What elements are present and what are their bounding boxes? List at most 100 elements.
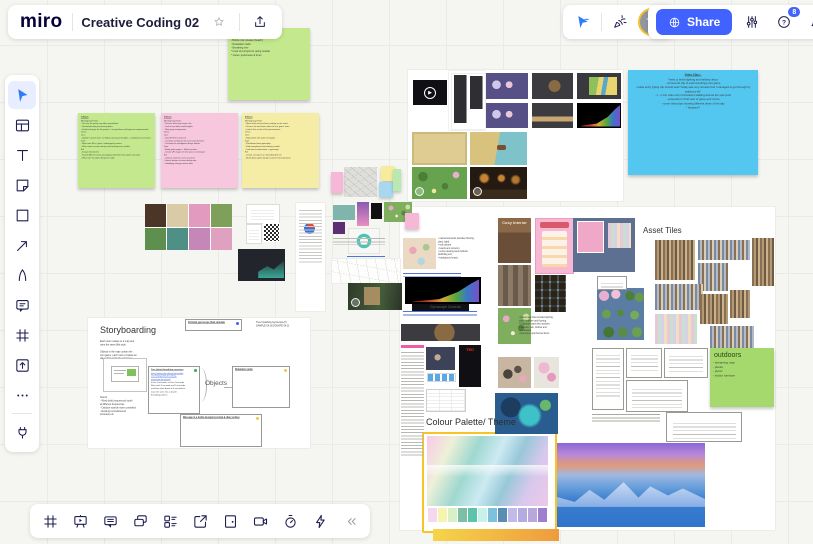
image-asset-tiles-7[interactable] bbox=[700, 294, 728, 324]
text-tool[interactable] bbox=[8, 141, 36, 169]
image-map-screenshot[interactable] bbox=[577, 73, 621, 99]
sticky-note-meeting-8-march[interactable]: 8 MarchMeeting Day Points: - Show what w… bbox=[242, 113, 319, 188]
image-furniture-tiles[interactable] bbox=[535, 275, 566, 312]
image-pink-highlight-line[interactable] bbox=[401, 345, 424, 348]
sticky-note-tool[interactable] bbox=[8, 171, 36, 199]
box-note-box[interactable] bbox=[597, 276, 627, 290]
image-qr-code[interactable] bbox=[263, 223, 280, 242]
connection-line-tool[interactable] bbox=[8, 231, 36, 259]
sticky-note-outdoors[interactable]: outdoors- streaming map - plants - picni… bbox=[710, 348, 774, 407]
share-button[interactable]: Share bbox=[656, 9, 732, 35]
image-video-thumb-2[interactable] bbox=[426, 347, 455, 370]
pen-tool[interactable] bbox=[8, 261, 36, 289]
more-tools-tool[interactable] bbox=[8, 381, 36, 409]
image-purple-game-1[interactable] bbox=[486, 73, 528, 99]
talktrack-tool[interactable] bbox=[248, 509, 272, 533]
templates-tool[interactable] bbox=[8, 111, 36, 139]
box-wireframe-sketch[interactable] bbox=[103, 358, 147, 392]
image-teal-thumb[interactable] bbox=[333, 205, 355, 220]
shape-tool[interactable] bbox=[8, 201, 36, 229]
celebration-icon[interactable] bbox=[608, 10, 632, 34]
box-handwritten-box-5[interactable] bbox=[666, 412, 742, 442]
collapse-toolbar-tool[interactable] bbox=[338, 509, 362, 533]
image-sketch-gray[interactable] bbox=[344, 167, 377, 197]
image-rainbow-chart-small[interactable] bbox=[577, 103, 621, 128]
frames-panel-tool[interactable] bbox=[38, 509, 62, 533]
image-cosy-interior-art[interactable]: Cosy Interior bbox=[498, 218, 531, 263]
sticky-note-meeting-1-march[interactable]: 1 MarchMeeting Day Points: - Go over the… bbox=[78, 113, 155, 188]
star-board-button[interactable] bbox=[207, 10, 231, 34]
timer-tool[interactable] bbox=[278, 509, 302, 533]
notifications-bell-icon[interactable] bbox=[804, 10, 813, 34]
image-asset-tiles-1[interactable] bbox=[655, 240, 695, 280]
image-asset-tiles-2[interactable] bbox=[698, 240, 750, 260]
sticky-note-meeting-2-march[interactable]: 2 MarchMeeting Day Points: - Discuss ini… bbox=[161, 113, 238, 188]
select-tool[interactable] bbox=[8, 81, 36, 109]
private-mode-tool[interactable] bbox=[218, 509, 242, 533]
image-ted-talk-thumb[interactable]: TED bbox=[459, 345, 481, 387]
image-vaporwave-image[interactable] bbox=[557, 443, 705, 527]
image-dark-game-2[interactable] bbox=[532, 103, 573, 128]
presentation-mode-tool[interactable] bbox=[68, 509, 92, 533]
image-pink-ui-shot[interactable] bbox=[535, 218, 574, 274]
sticky-note-small-blue-1[interactable] bbox=[379, 182, 393, 197]
sticky-note-small-pink-2[interactable] bbox=[405, 213, 419, 229]
image-garden-scene[interactable] bbox=[412, 167, 467, 199]
comment-tool[interactable] bbox=[8, 291, 36, 319]
image-video-green-thumb[interactable] bbox=[348, 283, 402, 310]
image-pool-render[interactable] bbox=[495, 393, 558, 434]
image-asset-tiles-3[interactable] bbox=[752, 238, 774, 286]
image-asset-tiles-9[interactable] bbox=[710, 326, 754, 348]
box-fishtank-node[interactable]: Fishtank gyroscope fluid simulate bbox=[185, 319, 242, 331]
image-dark-thumb[interactable] bbox=[371, 203, 382, 219]
image-hand-sketch[interactable] bbox=[331, 258, 401, 284]
image-asset-tiles-6[interactable] bbox=[730, 290, 750, 318]
image-analytics-dashboard[interactable] bbox=[238, 249, 285, 281]
image-doc-page[interactable] bbox=[246, 224, 262, 244]
image-docs-thumb[interactable] bbox=[246, 204, 280, 224]
chat-tool[interactable] bbox=[128, 509, 152, 533]
image-purple-tall-thumb[interactable] bbox=[357, 202, 369, 226]
image-video-player-thumb[interactable]: ▶ bbox=[413, 80, 447, 105]
image-tree-sprites[interactable] bbox=[597, 288, 644, 340]
image-purple-square-thumb[interactable] bbox=[333, 222, 345, 234]
box-bottle-node[interactable]: Message in a bottle designed prompt & di… bbox=[180, 414, 262, 447]
sticky-note-small-pink-1[interactable] bbox=[331, 172, 343, 193]
image-beach-scene[interactable] bbox=[470, 132, 527, 165]
follow-cursor-icon[interactable] bbox=[571, 10, 595, 34]
box-tree-breathing-node[interactable]: Tree (plant) breathing exerciseshttps://… bbox=[148, 366, 200, 414]
quick-actions-tool[interactable] bbox=[308, 509, 332, 533]
export-tool[interactable] bbox=[188, 509, 212, 533]
image-asset-tiles-8[interactable] bbox=[655, 314, 697, 344]
sticky-note-small-green-1[interactable] bbox=[393, 169, 401, 191]
image-dark-screenshot-2[interactable] bbox=[401, 324, 480, 341]
comments-panel-tool[interactable] bbox=[98, 509, 122, 533]
image-button-row[interactable] bbox=[427, 373, 456, 382]
image-cozy-room-art[interactable] bbox=[403, 238, 436, 269]
sticky-note-video-clips[interactable]: Video Clips :*need to finish lighting an… bbox=[628, 70, 758, 175]
cards-tool[interactable] bbox=[158, 509, 182, 533]
image-room-art-2[interactable] bbox=[498, 265, 531, 306]
box-handwritten-box-4[interactable] bbox=[626, 380, 688, 412]
apps-tool[interactable] bbox=[8, 418, 36, 446]
image-ui-pack-shot[interactable] bbox=[573, 218, 635, 272]
export-board-button[interactable] bbox=[248, 10, 272, 34]
box-handwritten-box-2[interactable] bbox=[626, 348, 662, 378]
image-editor-screenshot[interactable] bbox=[451, 73, 486, 130]
image-purple-game-2[interactable] bbox=[486, 103, 528, 128]
help-button[interactable]: ? 8 bbox=[772, 10, 796, 34]
image-asset-tiles-5[interactable] bbox=[655, 284, 703, 310]
board-title[interactable]: Creative Coding 02 bbox=[81, 15, 199, 30]
image-table-thumb[interactable] bbox=[426, 389, 466, 412]
image-hands-tablets[interactable] bbox=[145, 204, 232, 250]
image-interior-scene[interactable] bbox=[470, 167, 527, 199]
image-palette-image[interactable] bbox=[427, 436, 548, 506]
settings-sliders-icon[interactable] bbox=[740, 10, 764, 34]
image-orange-strip[interactable] bbox=[433, 529, 559, 541]
box-handwritten-box-3[interactable] bbox=[664, 348, 708, 378]
image-tan-map[interactable] bbox=[412, 132, 467, 165]
frame-tool[interactable] bbox=[8, 321, 36, 349]
upload-tool[interactable] bbox=[8, 351, 36, 379]
box-relaxation-radio-node[interactable]: Relaxation radio bbox=[232, 366, 290, 408]
image-dark-game-1[interactable] bbox=[532, 73, 573, 99]
